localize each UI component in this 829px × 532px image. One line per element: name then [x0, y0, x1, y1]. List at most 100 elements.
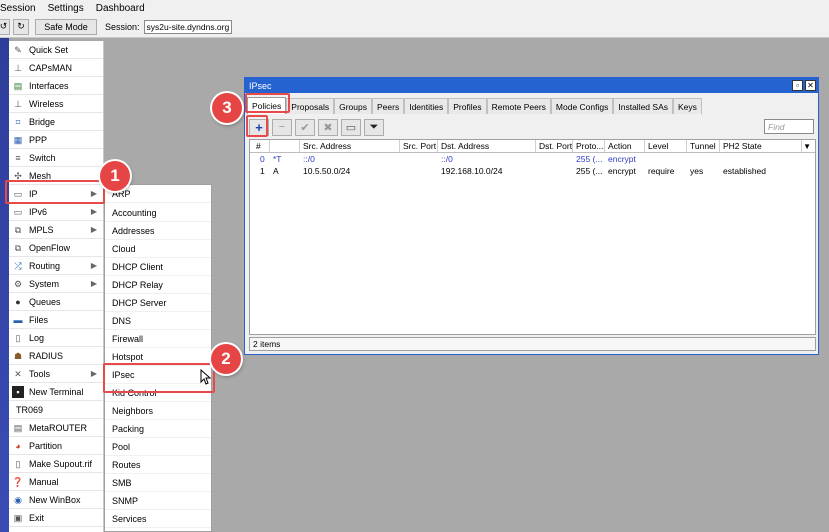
sidebar-item-tools[interactable]: ✕ Tools ▶ [9, 365, 103, 383]
column-chooser-icon[interactable]: ▼ [803, 142, 811, 151]
tab-keys[interactable]: Keys [673, 98, 702, 114]
comment-button[interactable]: ▭ [341, 118, 361, 136]
sidebar-item-label: Quick Set [29, 44, 69, 55]
tab-installed-sas[interactable]: Installed SAs [613, 98, 673, 114]
sidebar-item-interfaces[interactable]: ▤ Interfaces [9, 77, 103, 95]
window-title: IPsec [249, 80, 272, 91]
tab-remote-peers[interactable]: Remote Peers [486, 98, 551, 114]
submenu-item-accounting[interactable]: Accounting [105, 204, 211, 222]
column-header-flags[interactable] [270, 140, 300, 152]
sidebar-item-label: Wireless [29, 98, 64, 109]
tab-identities[interactable]: Identities [404, 98, 449, 114]
sidebar-item-files[interactable]: ▬ Files [9, 311, 103, 329]
sidebar-item-routing[interactable]: ⤮ Routing ▶ [9, 257, 103, 275]
sidebar-item-log[interactable]: ▯ Log [9, 329, 103, 347]
sidebar-item-quick-set[interactable]: ✎ Quick Set [9, 41, 103, 59]
sidebar-item-label: OpenFlow [29, 242, 71, 253]
sidebar-item-make-supout[interactable]: ▯ Make Supout.rif [9, 455, 103, 473]
column-header-ph2-state[interactable]: PH2 State [720, 140, 802, 152]
menu-dashboard[interactable]: Dashboard [90, 3, 151, 14]
column-header-action[interactable]: Action [605, 140, 645, 152]
tab-profiles[interactable]: Profiles [448, 98, 487, 114]
table-row[interactable]: 1 A 10.5.50.0/24 192.168.10.0/24 255 (..… [250, 165, 815, 177]
cell-src-port [400, 165, 438, 177]
sidebar-item-label: New WinBox [29, 494, 81, 505]
tab-mode-configs[interactable]: Mode Configs [550, 98, 614, 114]
submenu-item-packing[interactable]: Packing [105, 420, 211, 438]
session-field[interactable]: sys2u-site.dyndns.org [143, 19, 233, 34]
cell-src-address: ::/0 [303, 154, 315, 164]
menu-session[interactable]: Session [0, 3, 42, 14]
tab-peers[interactable]: Peers [371, 98, 405, 114]
safe-mode-button[interactable]: Safe Mode [35, 18, 97, 35]
filter-button[interactable]: ⏷ [364, 118, 384, 136]
column-header-protocol[interactable]: Proto... [573, 140, 605, 152]
submenu-item-dns[interactable]: DNS [105, 312, 211, 330]
sidebar-item-tr069[interactable]: TR069 [9, 401, 103, 419]
winbox-side-strip [0, 38, 9, 532]
sidebar-item-mpls[interactable]: ⧉ MPLS ▶ [9, 221, 103, 239]
submenu-item-services[interactable]: Services [105, 510, 211, 528]
maximize-button[interactable]: ▫ [792, 80, 803, 91]
sidebar-item-new-terminal[interactable]: ▪ New Terminal [9, 383, 103, 401]
submenu-item-pool[interactable]: Pool [105, 438, 211, 456]
redo-button[interactable]: ↻ [13, 18, 29, 35]
submenu-item-dhcp-server[interactable]: DHCP Server [105, 294, 211, 312]
menu-settings[interactable]: Settings [42, 3, 90, 14]
window-title-bar[interactable]: IPsec ▫ ✕ [245, 78, 818, 93]
sidebar-item-new-winbox[interactable]: ◉ New WinBox [9, 491, 103, 509]
sidebar-item-system[interactable]: ⚙ System ▶ [9, 275, 103, 293]
sidebar-item-metarouter[interactable]: ▤ MetaROUTER [9, 419, 103, 437]
sidebar-item-label: Files [29, 314, 49, 325]
window-toolbar: + − ✔ ✖ ▭ ⏷ Find [249, 117, 814, 137]
tab-proposals[interactable]: Proposals [286, 98, 335, 114]
submenu-item-neighbors[interactable]: Neighbors [105, 402, 211, 420]
sidebar-item-wireless[interactable]: ⊥ Wireless [9, 95, 103, 113]
submenu-item-cloud[interactable]: Cloud [105, 240, 211, 258]
submenu-item-dhcp-client[interactable]: DHCP Client [105, 258, 211, 276]
sidebar-item-partition[interactable]: ◕ Partition [9, 437, 103, 455]
policies-table: # Src. Address Src. Port Dst. Address Ds… [249, 139, 816, 335]
column-header-dst-port[interactable]: Dst. Port [536, 140, 573, 152]
remove-button[interactable]: − [272, 118, 292, 136]
submenu-item-dhcp-relay[interactable]: DHCP Relay [105, 276, 211, 294]
submenu-item-smb[interactable]: SMB [105, 474, 211, 492]
cell-flags: A [273, 166, 279, 176]
column-header-number[interactable]: # [250, 140, 270, 152]
disable-button[interactable]: ✖ [318, 118, 338, 136]
submenu-item-addresses[interactable]: Addresses [105, 222, 211, 240]
sidebar-item-label: Routing [29, 260, 61, 271]
column-header-src-address[interactable]: Src. Address [300, 140, 400, 152]
ipv6-icon: ▭ [13, 206, 23, 217]
enable-button[interactable]: ✔ [295, 118, 315, 136]
cell-level [645, 153, 687, 165]
cell-action: encrypt [608, 154, 636, 164]
sidebar-item-manual[interactable]: ❓ Manual [9, 473, 103, 491]
table-row[interactable]: 0 *T ::/0 ::/0 255 (... encrypt [250, 153, 815, 165]
tab-groups[interactable]: Groups [334, 98, 372, 114]
column-header-src-port[interactable]: Src. Port [400, 140, 438, 152]
filter-icon: ⏷ [369, 120, 379, 133]
find-input[interactable]: Find [764, 119, 814, 134]
column-header-dst-address[interactable]: Dst. Address [438, 140, 536, 152]
sidebar-item-ppp[interactable]: ▦ PPP [9, 131, 103, 149]
step-badge-1: 1 [100, 161, 130, 191]
sidebar-item-bridge[interactable]: ⌗ Bridge [9, 113, 103, 131]
sidebar-item-queues[interactable]: ● Queues [9, 293, 103, 311]
submenu-item-routes[interactable]: Routes [105, 456, 211, 474]
sidebar-item-radius[interactable]: ☗ RADIUS [9, 347, 103, 365]
undo-button[interactable]: ↺ [0, 18, 10, 35]
submenu-item-snmp[interactable]: SNMP [105, 492, 211, 510]
close-button[interactable]: ✕ [805, 80, 816, 91]
submenu-item-firewall[interactable]: Firewall [105, 330, 211, 348]
sidebar-item-openflow[interactable]: ⧉ OpenFlow [9, 239, 103, 257]
sidebar-item-label: Queues [29, 296, 61, 307]
cell-dst-address: ::/0 [441, 154, 453, 164]
column-header-level[interactable]: Level [645, 140, 687, 152]
sidebar-item-capsman[interactable]: ⊥ CAPsMAN [9, 59, 103, 77]
sidebar-item-switch[interactable]: ≡ Switch [9, 149, 103, 167]
cell-dst-port [536, 165, 573, 177]
sidebar-item-ipv6[interactable]: ▭ IPv6 ▶ [9, 203, 103, 221]
sidebar-item-exit[interactable]: ▣ Exit [9, 509, 103, 527]
column-header-tunnel[interactable]: Tunnel [687, 140, 720, 152]
